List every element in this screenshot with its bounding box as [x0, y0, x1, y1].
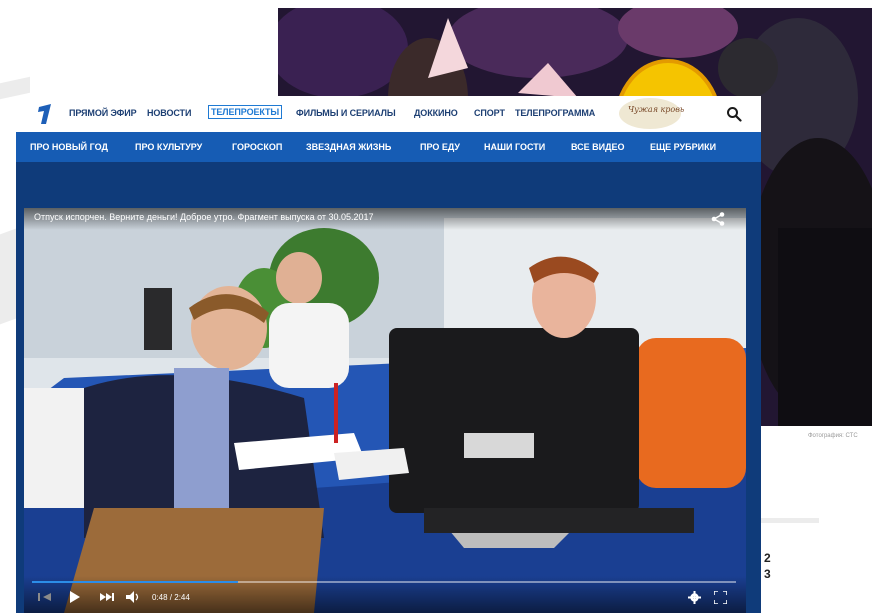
progress-bar[interactable]: [32, 581, 736, 583]
volume-icon[interactable]: [126, 591, 142, 603]
subnav-item-more-rubrics[interactable]: ЕЩЕ РУБРИКИ: [650, 142, 716, 152]
top-navigation: ПРЯМОЙ ЭФИР НОВОСТИ ТЕЛЕПРОЕКТЫ ФИЛЬМЫ И…: [16, 96, 761, 132]
subnav-item-all-videos[interactable]: ВСЕ ВИДЕО: [571, 142, 625, 152]
share-icon[interactable]: [710, 211, 726, 227]
settings-icon[interactable]: [688, 591, 701, 604]
video-frame-illustration: [24, 208, 746, 613]
nav-item-tv-schedule[interactable]: ТЕЛЕПРОГРАММА: [515, 108, 595, 118]
subnav-item-horoscope[interactable]: ГОРОСКОП: [232, 142, 282, 152]
subnav-item-culture[interactable]: ПРО КУЛЬТУРУ: [135, 142, 202, 152]
play-icon[interactable]: [69, 591, 81, 603]
screenshot-stage: Фотография: СТС ПРЯМОЙ ЭФИР НОВОСТИ ТЕЛЕ…: [0, 0, 872, 613]
page-number: 2 3: [764, 550, 784, 582]
page-number-line-1: 2: [764, 551, 771, 565]
channel-one-logo-icon[interactable]: [36, 103, 54, 125]
nav-item-news[interactable]: НОВОСТИ: [147, 108, 191, 118]
sub-navigation: ПРО НОВЫЙ ГОД ПРО КУЛЬТУРУ ГОРОСКОП ЗВЕЗ…: [16, 132, 761, 162]
subnav-item-guests[interactable]: НАШИ ГОСТИ: [484, 142, 545, 152]
video-title: Отпуск испорчен. Верните деньги! Доброе …: [34, 212, 374, 222]
next-icon[interactable]: [100, 592, 114, 602]
nav-item-sport[interactable]: СПОРТ: [474, 108, 505, 118]
video-player[interactable]: Отпуск испорчен. Верните деньги! Доброе …: [24, 208, 746, 613]
brand-label[interactable]: Чужая кровь: [628, 105, 684, 114]
nav-item-teleprojects[interactable]: ТЕЛЕПРОЕКТЫ: [208, 105, 283, 119]
subnav-item-star-life[interactable]: ЗВЕЗДНАЯ ЖИЗНЬ: [306, 142, 391, 152]
prev-icon[interactable]: [38, 592, 52, 602]
subnav-item-food[interactable]: ПРО ЕДУ: [420, 142, 460, 152]
nav-item-films-series[interactable]: ФИЛЬМЫ И СЕРИАЛЫ: [296, 108, 396, 118]
progress-fill: [32, 581, 239, 583]
nav-item-live[interactable]: ПРЯМОЙ ЭФИР: [69, 108, 137, 118]
subnav-item-new-year[interactable]: ПРО НОВЫЙ ГОД: [30, 142, 108, 152]
fullscreen-icon[interactable]: [714, 591, 727, 604]
timecode: 0:48 / 2:44: [152, 593, 190, 602]
search-icon[interactable]: [726, 106, 742, 122]
page-number-line-2: 3: [764, 567, 771, 581]
photo-caption: Фотография: СТС: [808, 433, 858, 439]
background-stroke: [761, 518, 819, 523]
nav-item-dokkino[interactable]: ДОККИНО: [414, 108, 458, 118]
